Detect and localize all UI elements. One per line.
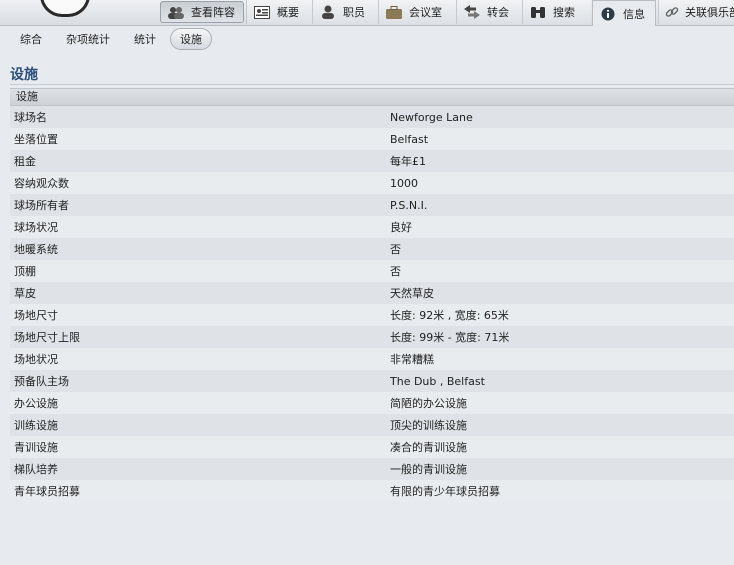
tab-label: 职员 <box>343 6 365 19</box>
table-header: 设施 <box>10 88 734 106</box>
table-row: 草皮 天然草皮 <box>10 282 734 304</box>
table-row: 场地状况 非常糟糕 <box>10 348 734 370</box>
tab-transfers[interactable]: 转会 <box>456 0 522 24</box>
info-icon <box>599 7 617 21</box>
row-value: 否 <box>390 243 401 256</box>
table-row: 办公设施 简陋的办公设施 <box>10 392 734 414</box>
top-tab-bar: 查看阵容 概要 职员 会议室 转会 搜索 信息 关联俱乐 <box>0 0 734 26</box>
tab-label: 查看阵容 <box>191 6 235 19</box>
row-value: 否 <box>390 265 401 278</box>
table-row: 地暖系统 否 <box>10 238 734 260</box>
tab-staff[interactable]: 职员 <box>312 0 378 24</box>
row-value: 天然草皮 <box>390 287 434 300</box>
row-value: Newforge Lane <box>390 110 473 124</box>
row-label: 场地尺寸 <box>14 309 58 322</box>
table-row: 场地尺寸 长度: 92米 , 宽度: 65米 <box>10 304 734 326</box>
row-value: 非常糟糕 <box>390 353 434 366</box>
row-value: 凑合的青训设施 <box>390 441 467 454</box>
row-label: 球场状况 <box>14 221 58 234</box>
row-value: 顶尖的训练设施 <box>390 419 467 432</box>
row-value: 1000 <box>390 176 418 190</box>
person-icon <box>319 5 337 19</box>
table-row: 租金 每年£1 <box>10 150 734 172</box>
briefcase-icon <box>385 5 403 19</box>
subtab-facilities[interactable]: 设施 <box>170 28 212 50</box>
row-value: 简陋的办公设施 <box>390 397 467 410</box>
row-label: 草皮 <box>14 287 36 300</box>
row-value: 一般的青训设施 <box>390 463 467 476</box>
row-label: 场地尺寸上限 <box>14 331 80 344</box>
row-label: 青年球员招募 <box>14 485 80 498</box>
tab-label: 关联俱乐部 <box>685 6 734 19</box>
tab-label: 转会 <box>487 6 509 19</box>
tab-label: 会议室 <box>409 6 442 19</box>
facilities-table: 球场名 Newforge Lane 坐落位置 Belfast 租金 每年£1 容纳观众… <box>10 106 734 502</box>
page-title: 设施 <box>10 67 38 83</box>
row-label: 球场所有者 <box>14 199 69 212</box>
tab-boardroom[interactable]: 会议室 <box>378 0 456 24</box>
tab-info[interactable]: 信息 <box>592 0 656 26</box>
table-row: 训练设施 顶尖的训练设施 <box>10 414 734 436</box>
row-value: 每年£1 <box>390 155 426 168</box>
club-crest-logo <box>40 0 90 17</box>
row-label: 青训设施 <box>14 441 58 454</box>
row-value: 有限的青少年球员招募 <box>390 485 500 498</box>
table-row: 青训设施 凑合的青训设施 <box>10 436 734 458</box>
tab-label: 信息 <box>623 7 645 21</box>
table-row: 顶棚 否 <box>10 260 734 282</box>
row-label: 地暖系统 <box>14 243 58 256</box>
sub-tab-bar: 综合 杂项统计 统计 设施 <box>10 28 212 50</box>
tab-overview[interactable]: 概要 <box>246 0 312 24</box>
row-value: P.S.N.I. <box>390 198 428 212</box>
row-label: 坐落位置 <box>14 133 58 146</box>
tab-search[interactable]: 搜索 <box>522 0 590 24</box>
row-label: 租金 <box>14 155 36 168</box>
id-card-icon <box>253 5 271 19</box>
row-value: Belfast <box>390 132 429 146</box>
tab-affiliated-clubs[interactable]: 关联俱乐部 <box>658 0 734 24</box>
tab-squad[interactable]: 查看阵容 <box>160 1 244 23</box>
arrows-icon <box>463 5 481 19</box>
row-value: The Dub , Belfast <box>390 374 485 388</box>
divider <box>10 84 734 85</box>
subtab-general[interactable]: 综合 <box>10 28 52 50</box>
tab-label: 概要 <box>277 6 299 19</box>
table-row: 预备队主场 The Dub , Belfast <box>10 370 734 392</box>
row-label: 球场名 <box>14 111 47 124</box>
row-label: 办公设施 <box>14 397 58 410</box>
binoculars-icon <box>529 5 547 19</box>
row-label: 容纳观众数 <box>14 177 69 190</box>
table-row: 场地尺寸上限 长度: 99米 - 宽度: 71米 <box>10 326 734 348</box>
row-label: 预备队主场 <box>14 375 69 388</box>
table-row: 球场名 Newforge Lane <box>10 106 734 128</box>
subtab-stats[interactable]: 统计 <box>124 28 166 50</box>
table-row: 坐落位置 Belfast <box>10 128 734 150</box>
row-value: 长度: 92米 , 宽度: 65米 <box>390 309 509 322</box>
table-row: 球场所有者 P.S.N.I. <box>10 194 734 216</box>
row-label: 训练设施 <box>14 419 58 432</box>
row-value: 良好 <box>390 221 412 234</box>
row-label: 场地状况 <box>14 353 58 366</box>
people-icon <box>167 5 185 19</box>
row-value: 长度: 99米 - 宽度: 71米 <box>390 331 510 344</box>
table-row: 青年球员招募 有限的青少年球员招募 <box>10 480 734 502</box>
link-icon <box>665 5 679 19</box>
table-row: 梯队培养 一般的青训设施 <box>10 458 734 480</box>
table-row: 球场状况 良好 <box>10 216 734 238</box>
subtab-misc-stats[interactable]: 杂项统计 <box>56 28 120 50</box>
tab-label: 搜索 <box>553 6 575 19</box>
table-row: 容纳观众数 1000 <box>10 172 734 194</box>
row-label: 梯队培养 <box>14 463 58 476</box>
row-label: 顶棚 <box>14 265 36 278</box>
